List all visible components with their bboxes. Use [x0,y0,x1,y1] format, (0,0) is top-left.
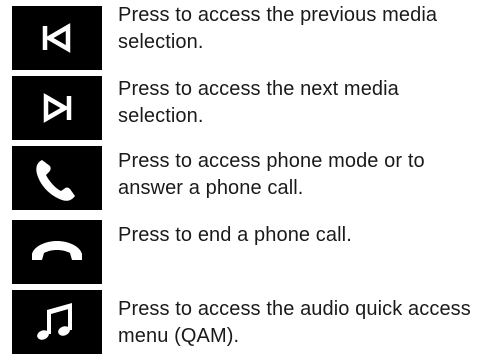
next-media-button[interactable] [12,76,102,140]
item-description: Press to access phone mode or to answer … [118,150,425,199]
end-call-icon [32,241,82,267]
previous-media-button[interactable] [12,6,102,70]
audio-quick-access-button[interactable] [12,290,102,354]
end-call-button[interactable] [12,220,102,284]
item-description: Press to access the audio quick access m… [118,298,471,347]
item-description: Press to end a phone call. [118,224,352,246]
phone-button[interactable] [12,146,102,210]
skip-next-icon [43,93,72,123]
skip-previous-icon [42,23,71,53]
music-note-icon [37,303,72,340]
item-description: Press to access the previous media selec… [118,4,438,53]
phone-icon [36,160,75,201]
item-description: Press to access the next media selection… [118,78,399,127]
